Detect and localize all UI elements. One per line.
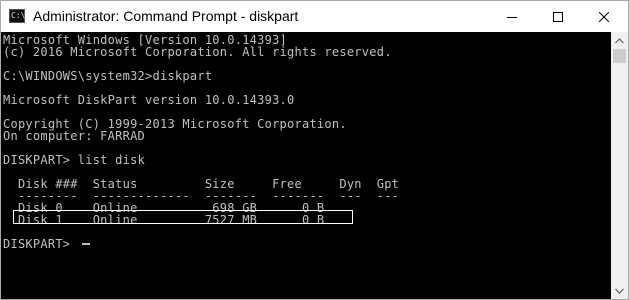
minimize-icon [507,16,517,18]
arrow-down-icon [615,288,624,294]
command-prompt-icon: C:\ [9,9,25,23]
console-line: (c) 2016 Microsoft Corporation. All righ… [3,45,392,59]
command-prompt-window: C:\ Administrator: Command Prompt - disk… [0,0,629,300]
console-line: DISKPART> list disk [3,153,146,167]
arrow-up-icon [615,37,624,43]
scrollbar-thumb[interactable] [613,49,626,63]
maximize-button[interactable] [535,1,581,32]
text-cursor [82,243,90,245]
close-icon [599,11,609,22]
app-icon-label: C:\ [11,11,26,20]
disk-1-highlight [13,210,353,224]
minimize-button[interactable] [489,1,535,32]
vertical-scrollbar[interactable] [611,32,628,299]
command-prompt-line: DISKPART> [3,237,78,251]
window-title: Administrator: Command Prompt - diskpart [33,8,299,24]
scroll-up-button[interactable] [611,32,628,49]
title-bar[interactable]: C:\ Administrator: Command Prompt - disk… [1,1,628,32]
console-line: C:\WINDOWS\system32>diskpart [3,69,213,83]
close-button[interactable] [581,1,627,32]
maximize-icon [553,11,563,22]
console-line: Microsoft DiskPart version 10.0.14393.0 [3,93,295,107]
scroll-down-button[interactable] [611,282,628,299]
console-output[interactable]: Microsoft Windows [Version 10.0.14393] (… [1,32,611,299]
console-line: On computer: FARRAD [3,129,146,143]
